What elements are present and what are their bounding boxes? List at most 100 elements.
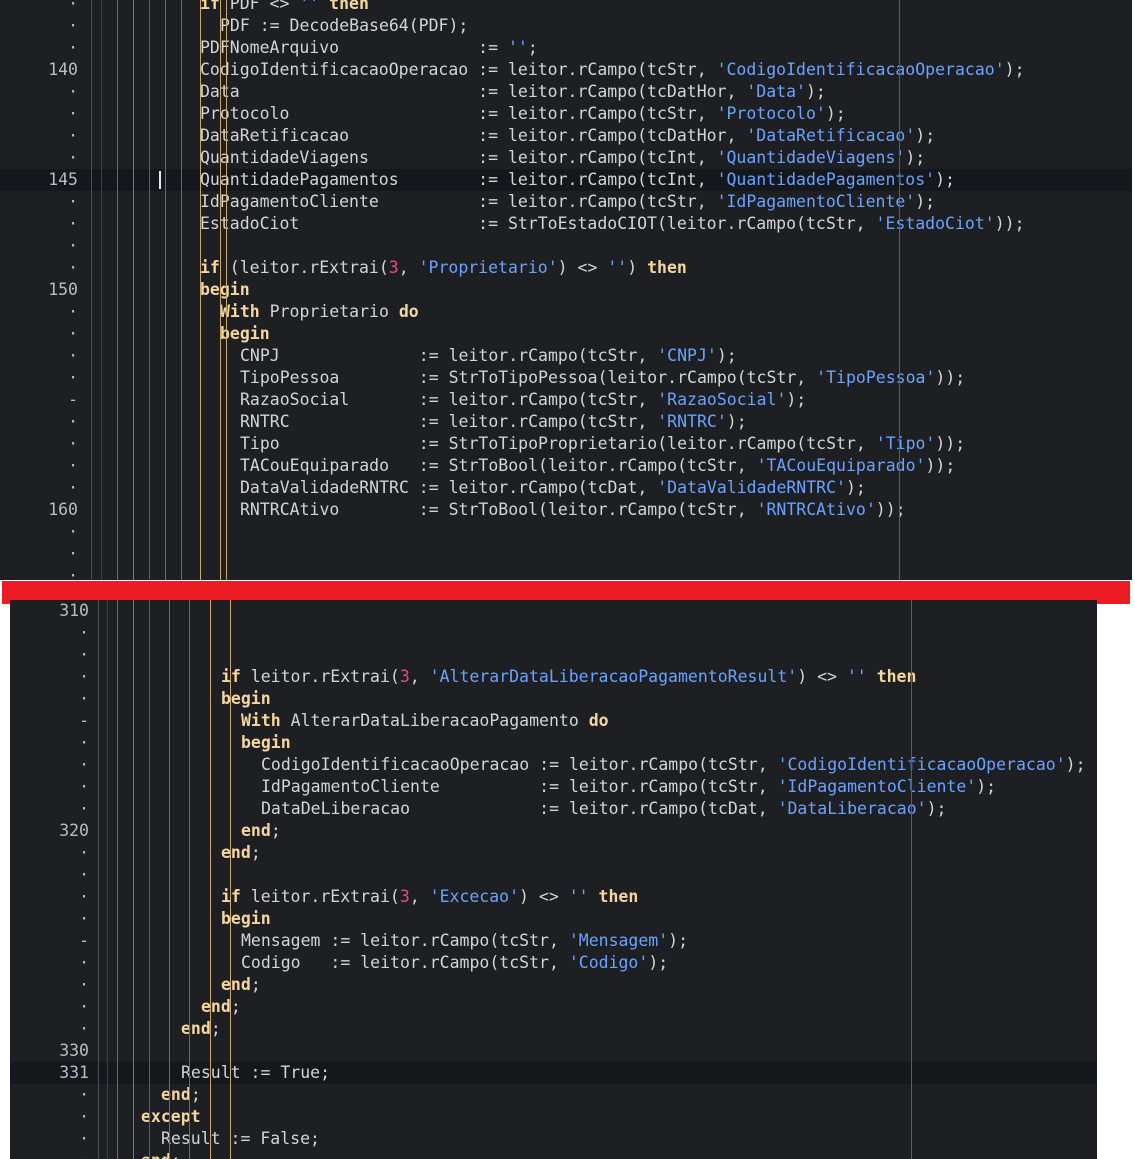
string-token: '' [299, 0, 320, 13]
code-line[interactable]: - With AlterarDataLiberacaoPagamento do [10, 710, 1097, 732]
line-number: · [68, 412, 78, 431]
string-token: 'Excecao' [429, 887, 520, 906]
code-line[interactable]: · if (leitor.rExtrai(3, 'Proprietario') <… [0, 257, 1132, 279]
code-line[interactable]: · RNTRC := leitor.rCampo(tcStr, 'RNTRC'); [0, 411, 1132, 433]
editor-pane-top[interactable]: · if PDF <> '' then · PDF := DecodeBase64(P… [0, 0, 1132, 580]
code-token: , [398, 258, 419, 277]
indent-guide-line [149, 0, 150, 580]
current-code-line[interactable]: 145 QuantidadePagamentos := leitor.rCampo… [0, 169, 1132, 191]
code-line[interactable]: · IdPagamentoCliente := leitor.rCampo(tcS… [10, 776, 1097, 798]
code-line[interactable]: 320 end; [10, 820, 1097, 842]
code-line[interactable]: · if leitor.rExtrai(3, 'AlterarDataLibera… [10, 666, 1097, 688]
code-line[interactable]: · [10, 864, 1097, 886]
code-line[interactable]: · Result := False; [10, 1128, 1097, 1150]
code-line[interactable]: 140 CodigoIdentificacaoOperacao := leitor… [0, 59, 1132, 81]
code-token: DataDeLiberacao := leitor.rCampo(tcDat, [261, 799, 778, 818]
code-line[interactable]: · end; [10, 974, 1097, 996]
code-line[interactable]: 310 [10, 600, 1097, 622]
code-line[interactable]: · EstadoCiot := StrToEstadoCIOT(leitor.rC… [0, 213, 1132, 235]
code-line[interactable]: · [0, 543, 1132, 565]
code-token: IdPagamentoCliente := leitor.rCampo(tcSt… [200, 192, 717, 211]
code-line[interactable]: · With Proprietario do [0, 301, 1132, 323]
line-number: · [68, 236, 78, 255]
line-number: · [79, 1107, 89, 1126]
code-line[interactable]: 330 [10, 1040, 1097, 1062]
code-line[interactable]: · CNPJ := leitor.rCampo(tcStr, 'CNPJ'); [0, 345, 1132, 367]
code-line[interactable]: · PDF := DecodeBase64(PDF); [0, 15, 1132, 37]
line-number: · [68, 16, 78, 35]
code-line[interactable]: · [0, 521, 1132, 543]
code-line[interactable]: · DataDeLiberacao := leitor.rCampo(tcDat,… [10, 798, 1097, 820]
code-line[interactable]: · [10, 644, 1097, 666]
code-line[interactable]: · QuantidadeViagens := leitor.rCampo(tcIn… [0, 147, 1132, 169]
code-line[interactable]: 150 begin [0, 279, 1132, 301]
code-text: DataValidadeRNTRC := leitor.rCampo(tcDat… [240, 477, 866, 499]
right-margin-line [911, 600, 912, 1159]
code-line[interactable]: · [0, 235, 1132, 257]
line-number: · [68, 324, 78, 343]
editor-pane-bottom[interactable]: 310 · · · if leitor.rExtrai(3, 'AlterarDataL… [10, 600, 1097, 1159]
string-token: 'Proprietario' [418, 258, 558, 277]
code-line[interactable]: · TACouEquiparado := StrToBool(leitor.rCa… [0, 455, 1132, 477]
code-line[interactable]: · CodigoIdentificacaoOperacao := leitor.r… [10, 754, 1097, 776]
code-line[interactable]: - RazaoSocial := leitor.rCampo(tcStr, 'Ra… [0, 389, 1132, 411]
code-line[interactable]: · DataValidadeRNTRC := leitor.rCampo(tcDa… [0, 477, 1132, 499]
line-number: · [68, 302, 78, 321]
code-token: leitor.rExtrai( [240, 667, 400, 686]
code-line[interactable]: · end; [10, 1150, 1097, 1159]
code-text: Protocolo := leitor.rCampo(tcStr, 'Proto… [200, 103, 846, 125]
keyword-token: end [181, 1019, 211, 1038]
indent-guide-line [230, 600, 231, 1159]
code-line[interactable]: · begin [0, 323, 1132, 345]
code-line[interactable]: · begin [10, 732, 1097, 754]
line-number: 145 [48, 170, 78, 189]
indent-guide-line [181, 0, 182, 580]
code-line[interactable]: · if leitor.rExtrai(3, 'Excecao') <> '' t… [10, 886, 1097, 908]
code-token: )); [935, 368, 966, 387]
code-line[interactable]: 160 RNTRCAtivo := StrToBool(leitor.rCampo… [0, 499, 1132, 521]
line-number: · [68, 148, 78, 167]
line-number: · [79, 975, 89, 994]
code-line[interactable]: · [0, 565, 1132, 580]
code-line[interactable]: · Data := leitor.rCampo(tcDatHor, 'Data')… [0, 81, 1132, 103]
line-number: · [79, 887, 89, 906]
current-code-line[interactable]: 331 Result := True; [10, 1062, 1097, 1084]
string-token: '' [607, 258, 628, 277]
keyword-token: begin [221, 909, 271, 928]
code-text: RNTRCAtivo := StrToBool(leitor.rCampo(tc… [240, 499, 906, 521]
string-token: 'RNTRCAtivo' [756, 500, 876, 519]
code-line[interactable]: · PDFNomeArquivo := ''; [0, 37, 1132, 59]
line-number: · [68, 346, 78, 365]
code-text: QuantidadePagamentos := leitor.rCampo(tc… [200, 169, 955, 191]
code-token: ; [250, 975, 261, 994]
code-line[interactable]: · begin [10, 908, 1097, 930]
code-line[interactable]: · [10, 622, 1097, 644]
line-number: - [68, 390, 78, 409]
line-number: · [68, 38, 78, 57]
code-line[interactable]: · end; [10, 1084, 1097, 1106]
code-line[interactable]: · except [10, 1106, 1097, 1128]
code-line[interactable]: · DataRetificacao := leitor.rCampo(tcDatH… [0, 125, 1132, 147]
code-line[interactable]: · end; [10, 1018, 1097, 1040]
code-text: end; [161, 1084, 201, 1106]
code-line[interactable]: · Protocolo := leitor.rCampo(tcStr, 'Prot… [0, 103, 1132, 125]
code-line[interactable]: · if PDF <> '' then [0, 0, 1132, 15]
code-line[interactable]: · end; [10, 842, 1097, 864]
indent-guide-line [149, 600, 150, 1159]
code-line[interactable]: · Codigo := leitor.rCampo(tcStr, 'Codigo'… [10, 952, 1097, 974]
number-token: 3 [399, 667, 410, 686]
keyword-token: end [201, 997, 231, 1016]
code-line[interactable]: - Mensagem := leitor.rCampo(tcStr, 'Mensa… [10, 930, 1097, 952]
line-number: · [79, 1085, 89, 1104]
code-line[interactable]: · begin [10, 688, 1097, 710]
code-text: RazaoSocial := leitor.rCampo(tcStr, 'Raz… [240, 389, 806, 411]
code-line[interactable]: · end; [10, 996, 1097, 1018]
code-token: ); [716, 346, 737, 365]
code-text: begin [221, 908, 271, 930]
line-number: - [79, 931, 89, 950]
code-line[interactable]: · TipoPessoa := StrToTipoPessoa(leitor.rC… [0, 367, 1132, 389]
code-line[interactable]: · Tipo := StrToTipoProprietario(leitor.rC… [0, 433, 1132, 455]
code-line[interactable]: · IdPagamentoCliente := leitor.rCampo(tcS… [0, 191, 1132, 213]
code-token: ; [171, 1151, 181, 1159]
string-token: 'Data' [746, 82, 806, 101]
